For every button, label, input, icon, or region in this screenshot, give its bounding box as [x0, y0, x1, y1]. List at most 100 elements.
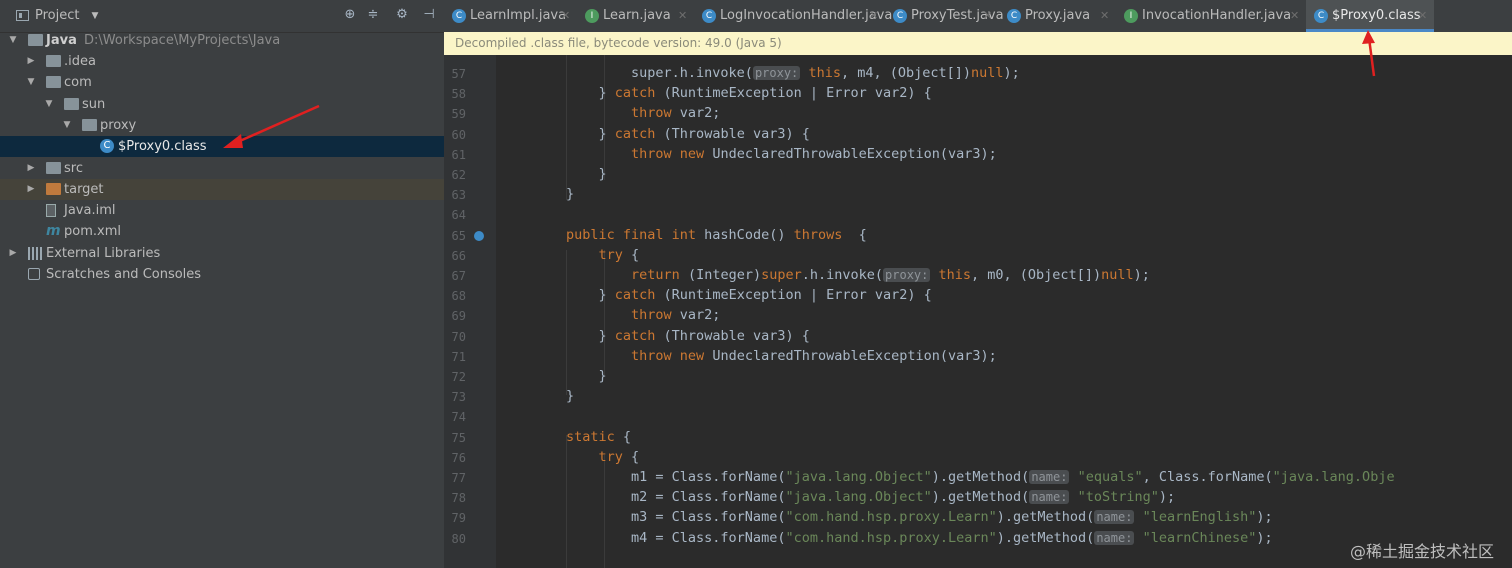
folder-icon	[46, 76, 61, 88]
line-number: 75	[451, 430, 466, 445]
line-number: 68	[451, 289, 466, 304]
code-editor[interactable]: 57 super.h.invoke(proxy: this, m4, (Obje…	[444, 55, 1512, 568]
tab-label: InvocationHandler.java	[1142, 8, 1292, 23]
decompiled-banner: Decompiled .class file, bytecode version…	[444, 32, 1512, 55]
watermark: @稀土掘金技术社区	[1349, 542, 1494, 561]
tree-item[interactable]: Java.iml	[0, 200, 444, 221]
code-line: m3 = Class.forName("com.hand.hsp.proxy.L…	[566, 509, 1273, 526]
gear-icon[interactable]: ⚙	[395, 8, 409, 22]
tab-label: LearnImpl.java	[470, 8, 567, 23]
line-number: 74	[451, 410, 466, 425]
editor-tab[interactable]: C LogInvocationHandler.java ✕	[694, 0, 892, 32]
tree-item-label: External Libraries	[46, 246, 161, 261]
tab-label: Proxy.java	[1025, 8, 1091, 23]
tab-label: LogInvocationHandler.java	[720, 8, 893, 23]
class-icon: C	[1007, 9, 1021, 23]
code-line: throw new UndeclaredThrowableException(v…	[631, 145, 997, 162]
editor-tab[interactable]: C LearnImpl.java ✕	[444, 0, 577, 32]
line-number: 69	[451, 309, 466, 324]
project-panel-title: Project	[35, 8, 80, 23]
chevron-down-icon[interactable]: ▼	[8, 30, 18, 51]
code-line: throw new UndeclaredThrowableException(v…	[631, 347, 997, 364]
line-number: 57	[451, 67, 466, 81]
folder-icon	[46, 162, 61, 174]
line-number: 65	[451, 228, 466, 243]
close-icon[interactable]: ✕	[869, 0, 878, 32]
project-view-selector[interactable]: Project ▼	[16, 8, 98, 23]
chevron-down-icon[interactable]: ▼	[44, 94, 54, 115]
tree-item[interactable]: ▶ src	[0, 158, 444, 179]
line-number: 71	[451, 349, 466, 364]
tree-item-label: Scratches and Consoles	[46, 267, 202, 282]
close-icon[interactable]: ✕	[1100, 0, 1109, 32]
project-path: D:\Workspace\MyProjects\Java	[84, 33, 281, 48]
close-icon[interactable]: ✕	[1290, 0, 1299, 32]
tree-item-label: .idea	[64, 54, 96, 69]
line-number: 61	[451, 147, 466, 162]
close-icon[interactable]: ✕	[678, 0, 687, 32]
line-number: 59	[451, 107, 466, 122]
class-icon: C	[1314, 9, 1328, 23]
editor-tab[interactable]: C ProxyTest.java ✕	[885, 0, 1004, 32]
class-file-icon: C	[100, 139, 114, 153]
interface-icon: I	[1124, 9, 1138, 23]
line-number: 60	[451, 127, 466, 142]
code-line: return (Integer)super.h.invoke(proxy: th…	[631, 267, 1150, 283]
editor-tab[interactable]: I Learn.java ✕	[577, 0, 694, 32]
locate-icon[interactable]: ⊕	[343, 8, 357, 22]
class-icon: C	[893, 9, 907, 23]
editor-tab[interactable]: C Proxy.java ✕	[999, 0, 1116, 32]
library-icon	[28, 247, 44, 260]
tab-label: Learn.java	[603, 8, 671, 23]
tree-item-label: Java.iml	[64, 203, 116, 218]
collapse-all-icon[interactable]: ≑	[366, 8, 380, 22]
editor-tab[interactable]: I InvocationHandler.java ✕	[1116, 0, 1306, 32]
code-line: }	[566, 388, 575, 405]
tree-item[interactable]: m pom.xml	[0, 221, 444, 242]
code-line: m2 = Class.forName("java.lang.Object").g…	[566, 489, 1176, 506]
close-icon[interactable]: ✕	[561, 0, 570, 32]
tree-item[interactable]: ▶ External Libraries	[0, 243, 444, 264]
line-number: 70	[451, 329, 466, 344]
code-line: try {	[598, 448, 640, 465]
code-line: }	[566, 368, 607, 384]
chevron-down-icon[interactable]: ▼	[62, 115, 72, 136]
folder-icon	[46, 55, 61, 67]
close-icon[interactable]: ✕	[983, 0, 992, 32]
tree-item[interactable]: ▶ target	[0, 179, 444, 200]
project-folder-icon	[28, 34, 43, 46]
code-line: } catch (Throwable var3) {	[566, 125, 810, 142]
chevron-right-icon[interactable]: ▶	[8, 243, 18, 264]
code-line: }	[566, 186, 575, 203]
override-marker-icon[interactable]	[474, 230, 484, 241]
code-line: throw var2;	[631, 307, 721, 324]
line-number: 58	[451, 87, 466, 102]
line-number: 63	[451, 188, 466, 203]
tree-item[interactable]: ▶ .idea	[0, 51, 444, 72]
chevron-down-icon: ▼	[91, 10, 99, 21]
code-line: throw var2;	[631, 105, 721, 122]
chevron-down-icon[interactable]: ▼	[26, 72, 36, 93]
hide-panel-icon[interactable]: ⊣	[422, 8, 436, 22]
code-line: }	[566, 166, 607, 182]
class-icon: C	[702, 9, 716, 23]
chevron-right-icon[interactable]: ▶	[26, 158, 36, 179]
line-number: 76	[451, 450, 466, 465]
line-number: 79	[451, 511, 466, 526]
line-number: 73	[451, 390, 466, 405]
line-number: 78	[451, 491, 466, 506]
chevron-right-icon[interactable]: ▶	[26, 179, 36, 200]
code-line: try {	[598, 246, 640, 263]
tree-item[interactable]: ▼ Java D:\Workspace\MyProjects\Java	[0, 30, 444, 51]
tree-item[interactable]: Scratches and Consoles	[0, 264, 444, 285]
red-arrow-annotation	[223, 104, 320, 148]
folder-icon	[64, 98, 79, 110]
tree-item[interactable]: ▼ com	[0, 72, 444, 93]
close-icon[interactable]: ✕	[1418, 0, 1427, 32]
line-number: 62	[451, 168, 466, 182]
chevron-right-icon[interactable]: ▶	[26, 51, 36, 72]
line-number: 80	[451, 531, 466, 546]
red-arrow-annotation	[1362, 30, 1376, 77]
line-number: 72	[451, 370, 466, 384]
code-line: } catch (RuntimeException | Error var2) …	[566, 85, 932, 102]
